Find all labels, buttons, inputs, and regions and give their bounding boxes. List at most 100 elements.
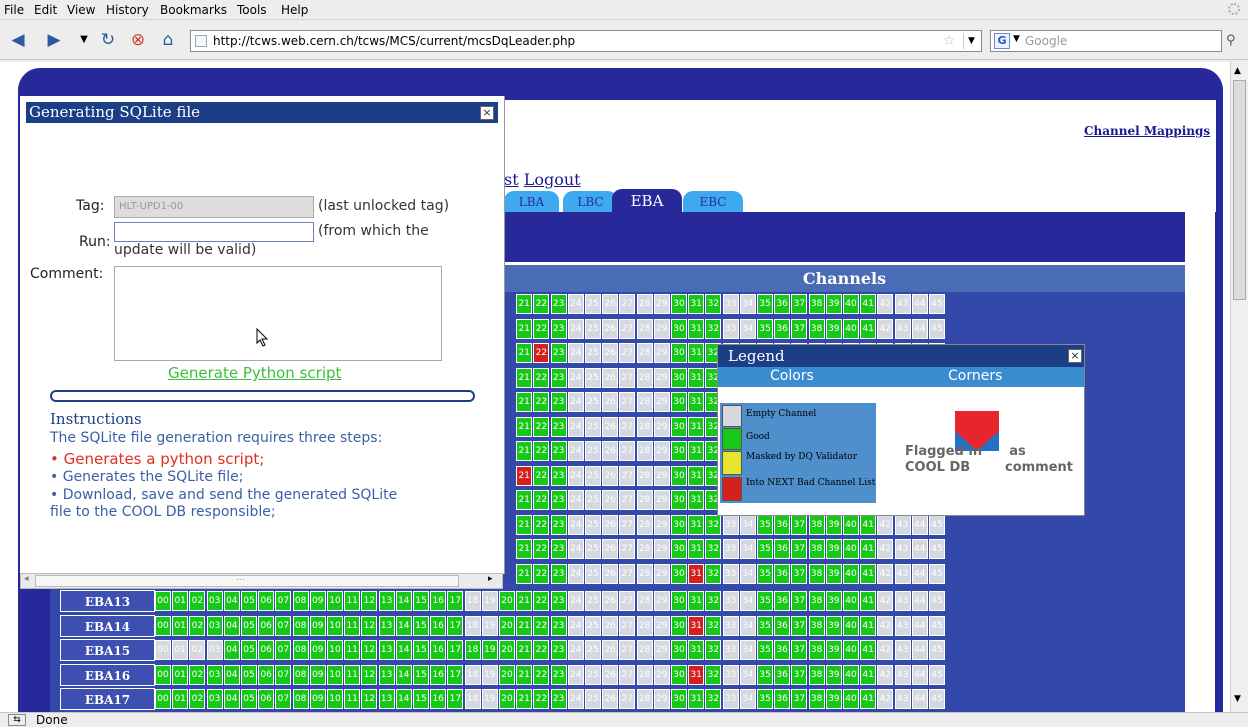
- channel-cell[interactable]: 14: [395, 591, 412, 611]
- channel-cell[interactable]: 33: [722, 563, 739, 584]
- channel-cell[interactable]: 05: [241, 591, 257, 611]
- channel-cell[interactable]: 26: [602, 563, 619, 584]
- channel-cell[interactable]: 45: [929, 514, 945, 535]
- channel-cell[interactable]: 43: [894, 539, 911, 559]
- channel-cell[interactable]: 42: [877, 689, 894, 709]
- channel-cell[interactable]: 29: [653, 416, 670, 437]
- channel-cell[interactable]: 18: [464, 664, 481, 685]
- channel-cell[interactable]: 08: [292, 640, 309, 660]
- channel-cell[interactable]: 37: [791, 318, 808, 339]
- channel-cell[interactable]: 38: [808, 514, 825, 535]
- channel-cell[interactable]: 35: [757, 563, 773, 584]
- channel-cell[interactable]: 36: [774, 514, 791, 535]
- channel-cell[interactable]: 26: [602, 640, 619, 660]
- channel-cell[interactable]: 34: [739, 640, 756, 660]
- channel-cell[interactable]: 25: [585, 294, 601, 314]
- channel-cell[interactable]: 26: [602, 465, 619, 486]
- channel-cell[interactable]: 15: [413, 591, 429, 611]
- channel-cell[interactable]: 33: [722, 294, 739, 314]
- channel-cell[interactable]: 30: [671, 367, 687, 388]
- channel-cell[interactable]: 26: [602, 591, 619, 611]
- channel-cell[interactable]: 39: [825, 294, 842, 314]
- channel-cell[interactable]: 25: [585, 591, 601, 611]
- channel-cell[interactable]: 23: [550, 563, 567, 584]
- channel-cell[interactable]: 30: [671, 490, 687, 510]
- channel-cell[interactable]: 14: [395, 640, 412, 660]
- channel-cell[interactable]: 28: [636, 465, 653, 486]
- channel-cell[interactable]: 29: [653, 591, 670, 611]
- scroll-down-icon[interactable]: ▼: [1234, 694, 1241, 704]
- channel-cell[interactable]: 32: [705, 294, 722, 314]
- channel-cell[interactable]: 25: [585, 563, 601, 584]
- channel-cell[interactable]: 22: [533, 416, 550, 437]
- channel-cell[interactable]: 30: [671, 640, 687, 660]
- channel-cell[interactable]: 44: [911, 591, 928, 611]
- channel-cell[interactable]: 39: [825, 615, 842, 636]
- channel-cell[interactable]: 45: [929, 318, 945, 339]
- channel-cell[interactable]: 35: [757, 514, 773, 535]
- channel-cell[interactable]: 38: [808, 318, 825, 339]
- channel-cell[interactable]: 26: [602, 664, 619, 685]
- search-box[interactable]: G ▼ Google: [990, 30, 1222, 52]
- channel-cell[interactable]: 00: [155, 640, 171, 660]
- channel-cell[interactable]: 29: [653, 392, 670, 412]
- channel-cell[interactable]: 00: [155, 591, 171, 611]
- channel-cell[interactable]: 42: [877, 591, 894, 611]
- tab-lbc[interactable]: LBC: [563, 191, 618, 213]
- channel-cell[interactable]: 14: [395, 664, 412, 685]
- channel-cell[interactable]: 34: [739, 664, 756, 685]
- channel-cell[interactable]: 09: [309, 664, 326, 685]
- channel-cell[interactable]: 07: [275, 591, 292, 611]
- search-icon[interactable]: ⚲: [1226, 33, 1236, 48]
- channel-cell[interactable]: 26: [602, 318, 619, 339]
- channel-cell[interactable]: 23: [550, 490, 567, 510]
- channel-cell[interactable]: 44: [911, 539, 928, 559]
- channel-cell[interactable]: 33: [722, 640, 739, 660]
- channel-cell[interactable]: 43: [894, 664, 911, 685]
- channel-cell[interactable]: 42: [877, 514, 894, 535]
- channel-cell[interactable]: 21: [516, 294, 533, 314]
- channel-cell[interactable]: 21: [516, 689, 533, 709]
- channel-cell[interactable]: 39: [825, 539, 842, 559]
- channel-cell[interactable]: 21: [516, 343, 533, 363]
- channel-cell[interactable]: 38: [808, 615, 825, 636]
- search-placeholder[interactable]: Google: [1025, 34, 1067, 48]
- channel-cell[interactable]: 41: [860, 563, 877, 584]
- channel-cell[interactable]: 32: [705, 640, 722, 660]
- channel-cell[interactable]: 10: [327, 591, 343, 611]
- channel-cell[interactable]: 15: [413, 664, 429, 685]
- channel-cell[interactable]: 42: [877, 563, 894, 584]
- channel-cell[interactable]: 00: [155, 664, 171, 685]
- channel-cell[interactable]: 30: [671, 318, 687, 339]
- channel-cell[interactable]: 30: [671, 514, 687, 535]
- channel-cell[interactable]: 37: [791, 563, 808, 584]
- channel-cell[interactable]: 31: [688, 318, 705, 339]
- channel-cell[interactable]: 21: [516, 514, 533, 535]
- channel-cell[interactable]: 38: [808, 294, 825, 314]
- channel-cell[interactable]: 21: [516, 664, 533, 685]
- channel-cell[interactable]: 30: [671, 615, 687, 636]
- channel-cell[interactable]: 27: [619, 563, 636, 584]
- channel-cell[interactable]: 35: [757, 318, 773, 339]
- channel-cell[interactable]: 41: [860, 318, 877, 339]
- channel-cell[interactable]: 07: [275, 615, 292, 636]
- channel-cell[interactable]: 32: [705, 689, 722, 709]
- channel-cell[interactable]: 44: [911, 563, 928, 584]
- channel-cell[interactable]: 27: [619, 416, 636, 437]
- channel-cell[interactable]: 35: [757, 615, 773, 636]
- channel-cell[interactable]: 25: [585, 490, 601, 510]
- channel-cell[interactable]: 06: [258, 689, 275, 709]
- channel-cell[interactable]: 44: [911, 514, 928, 535]
- channel-cell[interactable]: 27: [619, 318, 636, 339]
- channel-cell[interactable]: 12: [361, 591, 378, 611]
- channel-cell[interactable]: 44: [911, 689, 928, 709]
- channel-cell[interactable]: 36: [774, 591, 791, 611]
- channel-cell[interactable]: 33: [722, 615, 739, 636]
- channel-cell[interactable]: 22: [533, 689, 550, 709]
- channel-cell[interactable]: 34: [739, 514, 756, 535]
- channel-cell[interactable]: 25: [585, 640, 601, 660]
- channel-cell[interactable]: 29: [653, 318, 670, 339]
- channel-cell[interactable]: 22: [533, 465, 550, 486]
- channel-cell[interactable]: 26: [602, 615, 619, 636]
- channel-cell[interactable]: 15: [413, 640, 429, 660]
